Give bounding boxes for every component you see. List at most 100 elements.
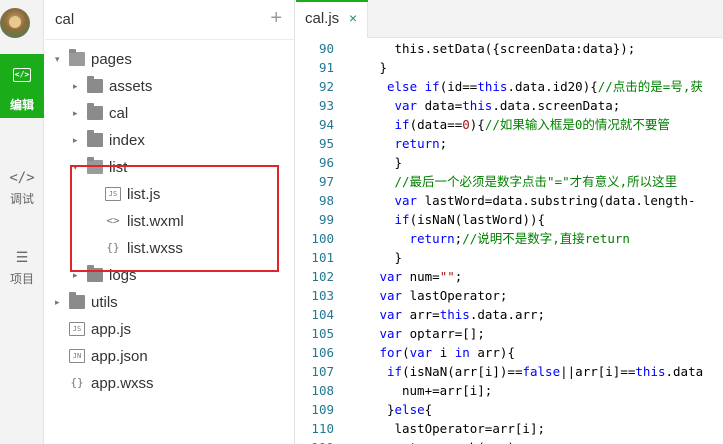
line-number: 108 (311, 383, 334, 398)
json-file-icon: JN (69, 349, 85, 363)
chevron-right-icon[interactable]: ▸ (73, 100, 83, 127)
chevron-right-icon[interactable]: ▸ (55, 289, 65, 316)
line-number: 99 (318, 212, 334, 227)
line-number: 109 (311, 402, 334, 417)
tree-item-utils[interactable]: ▸ utils (45, 289, 295, 316)
code-editor: cal.js × 90 this.setData({screenData:data… (296, 0, 723, 444)
tree-item-label: assets (109, 78, 153, 95)
line-code: } (394, 155, 403, 170)
project-name: cal (55, 11, 75, 28)
line-number: 96 (318, 155, 334, 170)
folder-icon (69, 49, 85, 66)
line-number: 94 (318, 117, 334, 132)
line-number: 102 (311, 269, 334, 284)
tree-item-assets[interactable]: ▸ assets (45, 73, 295, 100)
folder-icon (87, 103, 103, 120)
chevron-right-icon[interactable]: ▸ (73, 127, 83, 154)
tree-item-label: index (109, 132, 145, 149)
code-line: 111 optarr.push(num); (296, 438, 723, 444)
tree-item-cal[interactable]: ▸ cal (45, 100, 295, 127)
line-code: //最后一个必须是数字点击"="才有意义,所以这里 (394, 174, 678, 189)
wxss-file-icon: {} (70, 376, 84, 389)
activity-project[interactable]: ☰ 项目 (0, 236, 44, 300)
line-number: 98 (318, 193, 334, 208)
tree-item-app-json[interactable]: JN app.json (45, 343, 295, 370)
line-code: var data=this.data.screenData; (394, 98, 621, 113)
code-line: 92 else if(id==this.data.id20){//点击的是=号,获 (296, 77, 723, 96)
line-code: num+=arr[i]; (402, 383, 493, 398)
line-number: 104 (311, 307, 334, 322)
line-code: return;//说明不是数字,直接return (409, 231, 630, 246)
line-number: 103 (311, 288, 334, 303)
line-number: 97 (318, 174, 334, 189)
code-line: 102 var num=""; (296, 267, 723, 286)
close-icon[interactable]: × (349, 10, 357, 26)
chevron-down-icon[interactable]: ▾ (55, 46, 65, 73)
js-file-icon: JS (69, 322, 85, 336)
tree-item-index[interactable]: ▸ index (45, 127, 295, 154)
line-number: 101 (311, 250, 334, 265)
avatar[interactable] (0, 8, 30, 38)
line-code: var lastWord=data.substring(data.length- (394, 193, 696, 208)
code-line: 91} (296, 58, 723, 77)
file-tree-header: cal + (45, 0, 294, 40)
line-code: if(isNaN(arr[i])==false||arr[i]==this.da… (387, 364, 704, 379)
add-file-icon[interactable]: + (270, 8, 282, 28)
line-code: this.setData({screenData:data}); (394, 41, 636, 56)
line-number: 106 (311, 345, 334, 360)
folder-icon (87, 130, 103, 147)
tree-item-app-wxss[interactable]: {} app.wxss (45, 370, 295, 397)
line-number: 105 (311, 326, 334, 341)
code-line: 104 var arr=this.data.arr; (296, 305, 723, 324)
line-code: return; (394, 136, 448, 151)
line-code: } (394, 250, 403, 265)
line-code: else if(id==this.data.id20){//点击的是=号,获 (387, 79, 703, 94)
code-line: 109}else{ (296, 400, 723, 419)
line-number: 95 (318, 136, 334, 151)
folder-icon (87, 76, 103, 93)
code-line: 97 //最后一个必须是数字点击"="才有意义,所以这里 (296, 172, 723, 191)
code-line: 96} (296, 153, 723, 172)
line-number: 110 (311, 421, 334, 436)
chevron-right-icon[interactable]: ▸ (73, 73, 83, 100)
tree-item-pages[interactable]: ▾ pages (45, 46, 295, 73)
debug-code-icon: </> (9, 170, 35, 186)
tree-item-label: pages (91, 51, 132, 68)
line-number: 92 (318, 79, 334, 94)
activity-debug[interactable]: </> 调试 (0, 156, 44, 220)
line-number: 100 (311, 231, 334, 246)
line-code: var optarr=[]; (379, 326, 485, 341)
tree-item-app-js[interactable]: JS app.js (45, 316, 295, 343)
code-line: 99 if(isNaN(lastWord)){ (296, 210, 723, 229)
code-line: 95 return; (296, 134, 723, 153)
line-number: 91 (318, 60, 334, 75)
line-number: 111 (296, 438, 334, 444)
tab-cal-js[interactable]: cal.js × (296, 0, 368, 38)
code-line: 94 if(data==0){//如果输入框是0的情况就不要管 (296, 115, 723, 134)
editor-tab-bar: cal.js × (296, 0, 723, 38)
code-icon: </> (13, 68, 31, 82)
code-line: 90 this.setData({screenData:data}); (296, 39, 723, 58)
folder-icon (69, 292, 85, 309)
highlight-box (70, 165, 279, 272)
activity-debug-label: 调试 (9, 192, 34, 206)
tree-item-label: app.js (91, 321, 132, 338)
activity-bar: </> 编辑 </> 调试 ☰ 项目 (0, 0, 44, 444)
code-line: 100 return;//说明不是数字,直接return (296, 229, 723, 248)
line-code: if(data==0){//如果输入框是0的情况就不要管 (394, 117, 670, 132)
line-code: lastOperator=arr[i]; (394, 421, 546, 436)
code-line: 105 var optarr=[]; (296, 324, 723, 343)
line-code: optarr.push(num); (395, 438, 523, 444)
line-code: var lastOperator; (379, 288, 508, 303)
line-number: 90 (318, 41, 334, 56)
tree-item-label: app.wxss (91, 375, 154, 392)
line-number: 93 (318, 98, 334, 113)
code-line: 110 lastOperator=arr[i]; (296, 419, 723, 438)
activity-edit[interactable]: </> 编辑 (0, 54, 44, 118)
activity-project-label: 项目 (9, 272, 34, 286)
tab-label: cal.js (305, 10, 340, 27)
code-line: 106 for(var i in arr){ (296, 343, 723, 362)
line-code: } (379, 60, 388, 75)
code-line: 93 var data=this.data.screenData; (296, 96, 723, 115)
line-code: for(var i in arr){ (379, 345, 515, 360)
